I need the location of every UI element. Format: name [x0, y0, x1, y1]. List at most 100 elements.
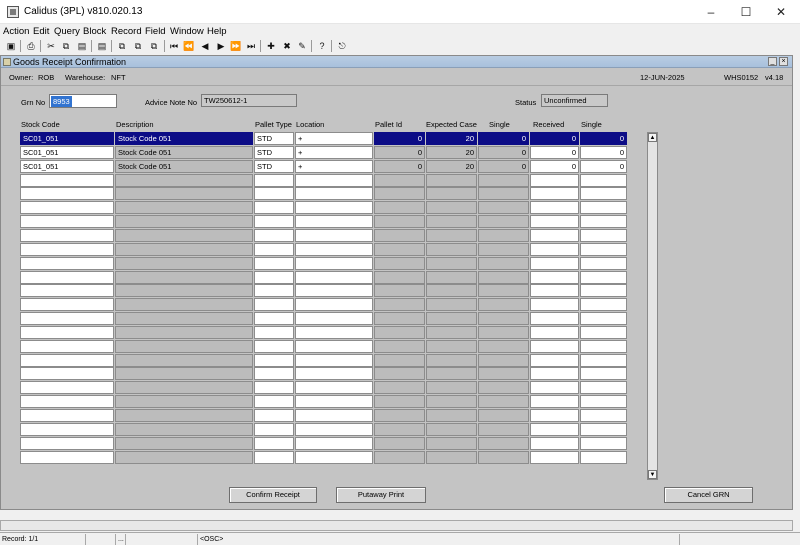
previous-block-icon[interactable]: ⏪: [183, 40, 195, 52]
cell-expected-case[interactable]: [426, 201, 477, 214]
cell-description[interactable]: [115, 423, 253, 436]
cell-description[interactable]: [115, 257, 253, 270]
cell-pallet-type[interactable]: [254, 381, 294, 394]
cell-pallet-id[interactable]: [374, 243, 425, 256]
cell-description[interactable]: [115, 243, 253, 256]
copy-icon[interactable]: ⧉: [60, 40, 72, 52]
cell-location[interactable]: +: [295, 146, 373, 159]
cell-expected-case[interactable]: [426, 451, 477, 464]
cell-description[interactable]: [115, 298, 253, 311]
cell-location[interactable]: [295, 201, 373, 214]
cell-received-single[interactable]: [580, 367, 627, 380]
cell-received[interactable]: [530, 271, 579, 284]
cell-stock-code[interactable]: SC01_051: [20, 132, 114, 145]
cell-received-single[interactable]: [580, 354, 627, 367]
cell-received-single[interactable]: 0: [580, 132, 627, 145]
cell-received-single[interactable]: [580, 340, 627, 353]
cell-expected-case[interactable]: [426, 174, 477, 187]
cell-description[interactable]: [115, 174, 253, 187]
cell-description[interactable]: [115, 271, 253, 284]
cell-expected-case[interactable]: [426, 271, 477, 284]
cell-location[interactable]: [295, 187, 373, 200]
putaway-print-button[interactable]: Putaway Print: [336, 487, 426, 503]
cell-received-single[interactable]: [580, 298, 627, 311]
cell-expected-case[interactable]: [426, 409, 477, 422]
cell-pallet-id[interactable]: [374, 187, 425, 200]
insert-record-icon[interactable]: ✚: [265, 40, 277, 52]
cell-pallet-id[interactable]: [374, 451, 425, 464]
cell-received[interactable]: 0: [530, 132, 579, 145]
cell-pallet-type[interactable]: STD: [254, 160, 294, 173]
cut-icon[interactable]: ✂: [45, 40, 57, 52]
cell-single[interactable]: 0: [478, 160, 529, 173]
cell-stock-code[interactable]: [20, 409, 114, 422]
cell-location[interactable]: [295, 298, 373, 311]
cell-single[interactable]: [478, 381, 529, 394]
cell-pallet-id[interactable]: 0: [374, 132, 425, 145]
cell-received-single[interactable]: [580, 271, 627, 284]
menu-block[interactable]: Block: [83, 26, 106, 37]
cell-pallet-id[interactable]: [374, 381, 425, 394]
cell-location[interactable]: [295, 423, 373, 436]
cell-pallet-type[interactable]: [254, 257, 294, 270]
last-record-icon[interactable]: ⏭: [245, 40, 257, 52]
cell-received[interactable]: [530, 174, 579, 187]
help-icon[interactable]: ?: [316, 40, 328, 52]
cell-pallet-id[interactable]: [374, 298, 425, 311]
duplicate-record-icon[interactable]: ✎: [296, 40, 308, 52]
cell-received[interactable]: [530, 326, 579, 339]
cell-stock-code[interactable]: [20, 187, 114, 200]
cell-expected-case[interactable]: [426, 229, 477, 242]
cell-received-single[interactable]: [580, 243, 627, 256]
cell-description[interactable]: [115, 437, 253, 450]
cell-received-single[interactable]: [580, 409, 627, 422]
cell-expected-case[interactable]: [426, 298, 477, 311]
cell-pallet-type[interactable]: [254, 437, 294, 450]
cell-location[interactable]: +: [295, 132, 373, 145]
next-block-icon[interactable]: ⏩: [230, 40, 242, 52]
cell-single[interactable]: [478, 437, 529, 450]
cell-expected-case[interactable]: 20: [426, 146, 477, 159]
cell-pallet-id[interactable]: [374, 229, 425, 242]
cell-expected-case[interactable]: [426, 187, 477, 200]
cell-location[interactable]: [295, 451, 373, 464]
cell-stock-code[interactable]: [20, 381, 114, 394]
menu-field[interactable]: Field: [145, 26, 166, 37]
cell-single[interactable]: [478, 340, 529, 353]
cell-pallet-id[interactable]: [374, 215, 425, 228]
cell-pallet-type[interactable]: [254, 243, 294, 256]
cell-expected-case[interactable]: [426, 340, 477, 353]
cell-pallet-type[interactable]: [254, 451, 294, 464]
cell-stock-code[interactable]: SC01_051: [20, 160, 114, 173]
cell-single[interactable]: [478, 354, 529, 367]
cell-pallet-type[interactable]: [254, 409, 294, 422]
cell-received-single[interactable]: [580, 451, 627, 464]
cell-pallet-id[interactable]: 0: [374, 160, 425, 173]
cell-received-single[interactable]: [580, 187, 627, 200]
cell-description[interactable]: [115, 367, 253, 380]
close-icon[interactable]: ✕: [764, 0, 798, 24]
cell-stock-code[interactable]: [20, 395, 114, 408]
cell-expected-case[interactable]: 20: [426, 160, 477, 173]
cell-pallet-type[interactable]: [254, 298, 294, 311]
cell-received-single[interactable]: 0: [580, 160, 627, 173]
cell-location[interactable]: [295, 395, 373, 408]
cell-received-single[interactable]: [580, 174, 627, 187]
cell-received[interactable]: [530, 257, 579, 270]
cell-stock-code[interactable]: [20, 340, 114, 353]
cell-pallet-id[interactable]: [374, 312, 425, 325]
cell-pallet-id[interactable]: 0: [374, 146, 425, 159]
cell-stock-code[interactable]: [20, 257, 114, 270]
cell-single[interactable]: [478, 312, 529, 325]
cell-expected-case[interactable]: [426, 215, 477, 228]
cell-received-single[interactable]: [580, 201, 627, 214]
cell-received[interactable]: [530, 187, 579, 200]
cell-received-single[interactable]: [580, 229, 627, 242]
cell-pallet-id[interactable]: [374, 423, 425, 436]
cell-single[interactable]: [478, 423, 529, 436]
cell-location[interactable]: [295, 409, 373, 422]
cell-single[interactable]: 0: [478, 132, 529, 145]
cell-received[interactable]: [530, 423, 579, 436]
cell-stock-code[interactable]: [20, 423, 114, 436]
cell-expected-case[interactable]: [426, 354, 477, 367]
